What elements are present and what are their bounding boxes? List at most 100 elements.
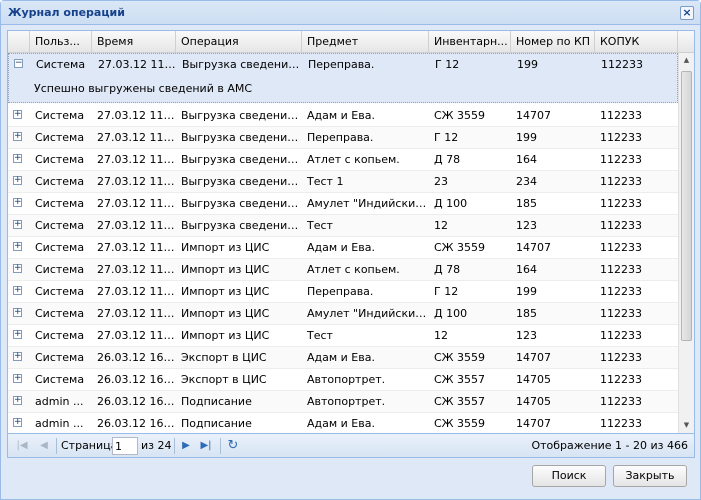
plus-icon[interactable]: +	[13, 330, 22, 339]
cell-item: Автопортрет.	[307, 373, 386, 386]
plus-icon[interactable]: +	[13, 220, 22, 229]
cell-item: Тест 1	[307, 175, 344, 188]
cell-time: 27.03.12 11:21	[97, 175, 176, 188]
column-header-inventory[interactable]: Инвентарн...	[429, 31, 511, 53]
page-number-input[interactable]	[112, 437, 138, 455]
cell-operation: Выгрузка сведений ...	[181, 131, 302, 144]
cell-operation: Импорт из ЦИС	[181, 307, 270, 320]
vertical-scrollbar[interactable]: ▲ ▼	[678, 53, 694, 433]
next-page-icon[interactable]: ▶	[178, 438, 194, 454]
cell-user: Система	[35, 307, 85, 320]
last-page-icon[interactable]: ▶|	[198, 438, 214, 454]
table-row[interactable]: + Система 27.03.12 11:21 Выгрузка сведений …	[8, 193, 678, 215]
cell-kopuk: 112233	[600, 329, 642, 342]
cell-item: Адам и Ева.	[307, 109, 375, 122]
minus-icon[interactable]: −	[14, 59, 23, 68]
plus-icon[interactable]: +	[13, 286, 22, 295]
cell-user: Система	[35, 285, 85, 298]
table-row[interactable]: + Система 26.03.12 16:50 Экспорт в ЦИС Автоп…	[8, 369, 678, 391]
scroll-up-icon[interactable]: ▲	[679, 53, 694, 68]
plus-icon[interactable]: +	[13, 418, 22, 427]
plus-icon[interactable]: +	[13, 132, 22, 141]
close-icon[interactable]: ×	[680, 6, 694, 20]
cell-inventory: Д 78	[434, 153, 461, 166]
refresh-icon[interactable]: ↻	[225, 438, 241, 454]
paging-separator	[56, 438, 57, 454]
plus-icon[interactable]: +	[13, 242, 22, 251]
cell-kopuk: 112233	[600, 395, 642, 408]
table-row[interactable]: + Система 27.03.12 11:21 Выгрузка сведений …	[8, 149, 678, 171]
cell-user: Система	[35, 109, 85, 122]
cell-time: 27.03.12 11:05	[97, 263, 176, 276]
table-row[interactable]: − Система 27.03.12 11:22 Выгрузка сведений …	[8, 53, 678, 103]
cell-inventory: СЖ 3557	[434, 395, 486, 408]
table-row[interactable]: + Система 27.03.12 11:05 Импорт из ЦИС Тест 1…	[8, 325, 678, 347]
scroll-thumb[interactable]	[681, 71, 692, 341]
cell-inventory: Г 12	[434, 131, 459, 144]
window-title: Журнал операций	[8, 6, 125, 19]
table-row[interactable]: + Система 26.03.12 16:50 Экспорт в ЦИС Адам …	[8, 347, 678, 369]
cell-item: Тест	[307, 329, 333, 342]
cell-operation: Выгрузка сведений ...	[181, 197, 302, 210]
table-row[interactable]: + admin ... 26.03.12 16:44 Подписание Автопо…	[8, 391, 678, 413]
cell-user: Система	[35, 329, 85, 342]
cell-kp-number: 123	[516, 329, 537, 342]
column-header-item[interactable]: Предмет	[302, 31, 429, 53]
column-header-user[interactable]: Польз...	[30, 31, 92, 53]
cell-item: Переправа.	[307, 131, 374, 144]
cell-item: Атлет с копьем.	[307, 153, 400, 166]
column-header-kopuk[interactable]: КОПУК	[595, 31, 678, 53]
column-header-operation[interactable]: Операция	[176, 31, 302, 53]
cell-inventory: Г 12	[434, 285, 459, 298]
prev-page-icon[interactable]: ◀	[36, 438, 52, 454]
table-row[interactable]: + Система 27.03.12 11:05 Импорт из ЦИС Амуле…	[8, 303, 678, 325]
column-header-kp-number[interactable]: Номер по КП	[511, 31, 595, 53]
cell-kopuk: 112233	[600, 175, 642, 188]
cell-item: Амулет "Индийский ...	[307, 197, 429, 210]
cell-time: 26.03.12 16:44	[97, 395, 176, 408]
cell-operation: Импорт из ЦИС	[181, 263, 270, 276]
cell-inventory: Д 100	[434, 307, 468, 320]
plus-icon[interactable]: +	[13, 396, 22, 405]
cell-kp-number: 185	[516, 197, 537, 210]
cell-kp-number: 199	[516, 131, 537, 144]
cell-inventory: СЖ 3557	[434, 373, 486, 386]
cell-kopuk: 112233	[600, 131, 642, 144]
plus-icon[interactable]: +	[13, 154, 22, 163]
cell-time: 27.03.12 11:21	[97, 197, 176, 210]
cell-item: Атлет с копьем.	[307, 263, 400, 276]
cell-user: Система	[35, 241, 85, 254]
table-row[interactable]: + Система 27.03.12 11:21 Выгрузка сведений …	[8, 171, 678, 193]
cell-time: 27.03.12 11:21	[97, 109, 176, 122]
cell-time: 27.03.12 11:21	[97, 131, 176, 144]
search-button[interactable]: Поиск	[532, 465, 606, 487]
plus-icon[interactable]: +	[13, 264, 22, 273]
plus-icon[interactable]: +	[13, 176, 22, 185]
plus-icon[interactable]: +	[13, 198, 22, 207]
table-row[interactable]: + admin ... 26.03.12 16:44 Подписание Адам и…	[8, 413, 678, 433]
column-header-time[interactable]: Время	[92, 31, 176, 53]
first-page-icon[interactable]: |◀	[14, 438, 30, 454]
cell-item: Адам и Ева.	[307, 351, 375, 364]
cell-item: Амулет "Индийский ...	[307, 307, 429, 320]
plus-icon[interactable]: +	[13, 110, 22, 119]
table-row[interactable]: + Система 27.03.12 11:05 Импорт из ЦИС Переп…	[8, 281, 678, 303]
plus-icon[interactable]: +	[13, 352, 22, 361]
plus-icon[interactable]: +	[13, 374, 22, 383]
table-row[interactable]: + Система 27.03.12 11:21 Выгрузка сведений …	[8, 215, 678, 237]
cell-kopuk: 112233	[600, 351, 642, 364]
plus-icon[interactable]: +	[13, 308, 22, 317]
cell-operation: Экспорт в ЦИС	[181, 351, 267, 364]
cell-operation: Импорт из ЦИС	[181, 241, 270, 254]
table-row[interactable]: + Система 27.03.12 11:21 Выгрузка сведений …	[8, 127, 678, 149]
cell-inventory: СЖ 3559	[434, 417, 486, 430]
cell-time: 26.03.12 16:50	[97, 373, 176, 386]
scroll-down-icon[interactable]: ▼	[679, 418, 694, 433]
header-expander	[8, 31, 30, 53]
close-button[interactable]: Закрыть	[613, 465, 687, 487]
grid-body: − Система 27.03.12 11:22 Выгрузка сведений …	[8, 53, 678, 433]
table-row[interactable]: + Система 27.03.12 11:06 Импорт из ЦИС Адам …	[8, 237, 678, 259]
cell-item: Адам и Ева.	[307, 417, 375, 430]
table-row[interactable]: + Система 27.03.12 11:05 Импорт из ЦИС Атлет…	[8, 259, 678, 281]
table-row[interactable]: + Система 27.03.12 11:21 Выгрузка сведений …	[8, 105, 678, 127]
